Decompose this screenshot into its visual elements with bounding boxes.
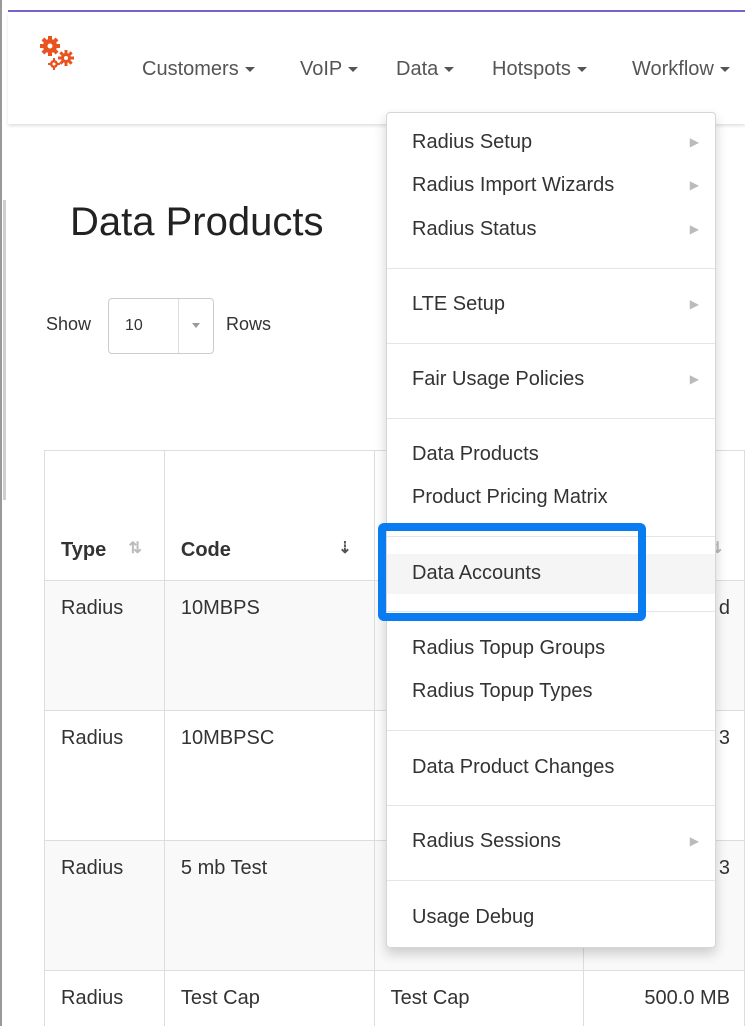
nav-label: VoIP bbox=[300, 58, 343, 80]
chevron-down-icon bbox=[444, 67, 455, 73]
column-header-label: Code bbox=[180, 539, 231, 561]
chevron-down-icon bbox=[348, 67, 359, 73]
menu-divider bbox=[387, 880, 715, 881]
table-cell: Test Cap bbox=[373, 970, 585, 1026]
column-header-label: Type bbox=[61, 539, 107, 561]
menu-item-label: Radius Topup Types bbox=[412, 680, 593, 702]
column-header-type[interactable]: Type ⇅ bbox=[44, 450, 165, 581]
rows-label: Rows bbox=[226, 314, 272, 334]
menu-item-data-products[interactable]: Data Products bbox=[387, 435, 715, 475]
chevron-down-icon bbox=[719, 67, 730, 73]
menu-item-radius-setup[interactable]: Radius Setup ▶ bbox=[387, 123, 715, 163]
chevron-down-icon[interactable] bbox=[178, 299, 213, 353]
table-cell: 10MBPSC bbox=[163, 710, 375, 841]
menu-item-label: Radius Sessions bbox=[412, 830, 561, 852]
menu-divider bbox=[387, 730, 715, 731]
nav-voip[interactable]: VoIP bbox=[300, 58, 359, 81]
chevron-right-icon: ▶ bbox=[689, 834, 699, 848]
menu-item-label: Product Pricing Matrix bbox=[412, 486, 608, 508]
menu-item-label: Radius Status bbox=[412, 218, 537, 240]
chevron-down-icon bbox=[576, 67, 587, 73]
highlight-box bbox=[378, 523, 646, 621]
table-cell: Test Cap bbox=[163, 970, 375, 1026]
menu-item-data-product-changes[interactable]: Data Product Changes bbox=[387, 748, 715, 788]
menu-item-label: Radius Setup bbox=[412, 131, 533, 153]
menu-item-radius-import-wizards[interactable]: Radius Import Wizards ▶ bbox=[387, 166, 715, 206]
gears-icon[interactable] bbox=[38, 34, 78, 74]
menu-item-radius-topup-types[interactable]: Radius Topup Types bbox=[387, 672, 715, 712]
menu-item-radius-status[interactable]: Radius Status ▶ bbox=[387, 210, 715, 250]
nav-label: Data bbox=[396, 58, 439, 80]
menu-divider bbox=[387, 805, 715, 806]
menu-item-label: Data Product Changes bbox=[412, 756, 615, 778]
chevron-right-icon: ▶ bbox=[689, 297, 699, 311]
menu-item-label: Usage Debug bbox=[412, 906, 535, 928]
sort-icon[interactable]: ⇅ bbox=[128, 538, 141, 558]
menu-item-radius-topup-groups[interactable]: Radius Topup Groups bbox=[387, 629, 715, 669]
rows-per-page-value: 10 bbox=[125, 317, 143, 334]
table-cell: 10MBPS bbox=[163, 580, 375, 711]
menu-divider bbox=[387, 418, 715, 419]
chevron-right-icon: ▶ bbox=[689, 178, 699, 192]
menu-item-usage-debug[interactable]: Usage Debug bbox=[387, 898, 715, 938]
nav-label: Hotspots bbox=[492, 58, 571, 80]
window-left-edge bbox=[0, 0, 2, 1026]
chevron-right-icon: ▶ bbox=[689, 222, 699, 236]
rows-per-page-select[interactable]: 10 bbox=[108, 298, 214, 354]
table-cell: Radius bbox=[44, 710, 165, 841]
menu-item-label: Fair Usage Policies bbox=[412, 368, 585, 390]
menu-item-fair-usage-policies[interactable]: Fair Usage Policies ▶ bbox=[387, 360, 715, 400]
sort-ascending-icon[interactable]: ⇣ bbox=[338, 538, 351, 558]
menu-item-radius-sessions[interactable]: Radius Sessions ▶ bbox=[387, 822, 715, 862]
menu-item-label: LTE Setup bbox=[412, 293, 506, 315]
nav-customers[interactable]: Customers bbox=[142, 58, 255, 81]
column-header-code[interactable]: Code ⇣ bbox=[163, 450, 375, 581]
scrollbar[interactable] bbox=[3, 200, 6, 500]
page-title: Data Products bbox=[70, 200, 324, 244]
menu-item-label: Radius Import Wizards bbox=[412, 174, 615, 196]
table-row[interactable]: Radius Test Cap Test Cap 500.0 MB bbox=[44, 970, 745, 1026]
chevron-down-icon bbox=[244, 67, 255, 73]
menu-divider bbox=[387, 268, 715, 269]
menu-item-product-pricing-matrix[interactable]: Product Pricing Matrix bbox=[387, 478, 715, 518]
table-cell: Radius bbox=[44, 580, 165, 711]
table-cell: 5 mb Test bbox=[163, 840, 375, 971]
menu-item-lte-setup[interactable]: LTE Setup ▶ bbox=[387, 285, 715, 325]
menu-item-label: Radius Topup Groups bbox=[412, 637, 606, 659]
table-cell: Radius bbox=[44, 970, 165, 1026]
nav-workflow[interactable]: Workflow bbox=[632, 58, 730, 81]
nav-hotspots[interactable]: Hotspots bbox=[492, 58, 587, 81]
table-cell: Radius bbox=[44, 840, 165, 971]
nav-label: Customers bbox=[142, 58, 239, 80]
menu-divider bbox=[387, 343, 715, 344]
chevron-right-icon: ▶ bbox=[689, 372, 699, 386]
menu-item-label: Data Products bbox=[412, 443, 539, 465]
navbar: Customers VoIP Data Hotspots Workflow bbox=[8, 12, 745, 124]
nav-label: Workflow bbox=[632, 58, 714, 80]
show-label: Show bbox=[46, 314, 92, 334]
nav-data[interactable]: Data bbox=[396, 58, 455, 81]
chevron-right-icon: ▶ bbox=[689, 135, 699, 149]
table-cell: 500.0 MB bbox=[583, 970, 745, 1026]
